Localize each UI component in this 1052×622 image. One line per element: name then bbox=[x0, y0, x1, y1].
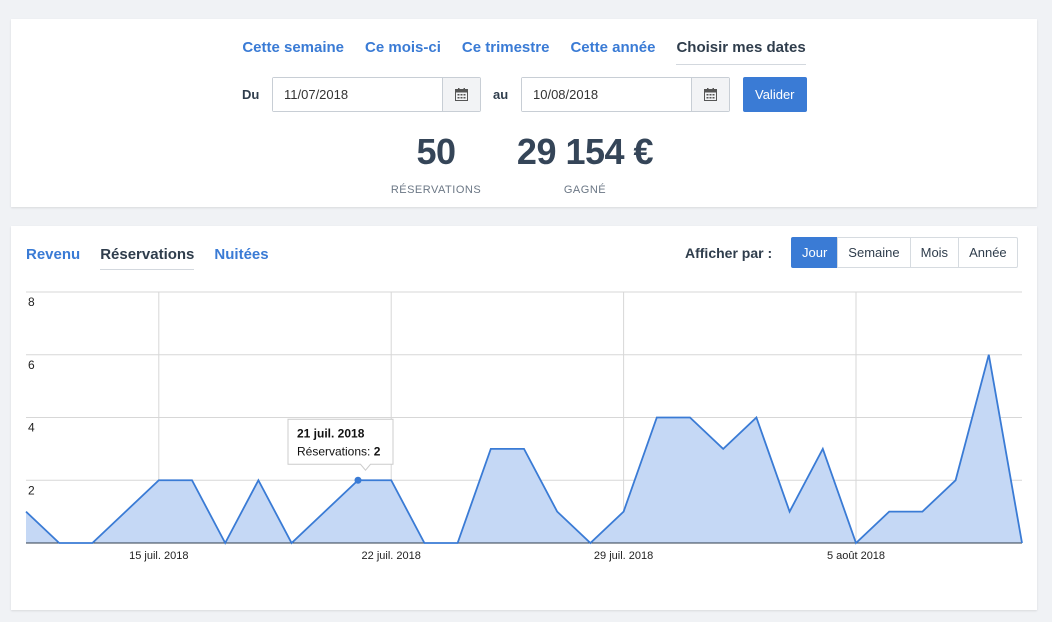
reservations-stat: 50 RÉSERVATIONS bbox=[381, 131, 491, 197]
hovered-data-point bbox=[354, 476, 362, 484]
metric-tabs: Revenu Réservations Nuitées bbox=[26, 246, 269, 270]
granularity-day-button[interactable]: Jour bbox=[791, 237, 839, 268]
granularity-year-button[interactable]: Année bbox=[958, 237, 1018, 268]
tooltip-series-label: Réservations: bbox=[297, 444, 374, 458]
period-tab-this-quarter[interactable]: Ce trimestre bbox=[462, 39, 550, 65]
tooltip-value-line: Réservations: 2 bbox=[297, 444, 381, 458]
period-tab-this-year[interactable]: Cette année bbox=[570, 39, 655, 65]
earned-label: GAGNÉ bbox=[563, 184, 607, 196]
period-tab-this-month[interactable]: Ce mois-ci bbox=[365, 39, 441, 65]
x-tick-label: 22 juil. 2018 bbox=[362, 550, 421, 562]
reservations-area-chart: 2 4 6 8 15 juil. 2018 22 juil. 2018 29 juil. 2… bbox=[25, 291, 1023, 562]
y-tick-label: 8 bbox=[28, 295, 35, 309]
validate-button[interactable]: Valider bbox=[743, 77, 807, 112]
period-tab-custom-dates[interactable]: Choisir mes dates bbox=[676, 39, 806, 65]
to-date-group bbox=[521, 77, 730, 112]
calendar-icon[interactable] bbox=[691, 78, 729, 111]
y-tick-label: 2 bbox=[28, 483, 35, 497]
reservations-label: RÉSERVATIONS bbox=[390, 184, 482, 196]
tooltip-value: 2 bbox=[374, 444, 381, 458]
tooltip-date: 21 juil. 2018 bbox=[297, 426, 365, 440]
display-by-label: Afficher par : bbox=[685, 245, 773, 261]
chart-card: 2 4 6 8 15 juil. 2018 22 juil. 2018 29 juil. 2… bbox=[11, 226, 1037, 610]
to-label: au bbox=[493, 87, 509, 102]
metric-tab-nights[interactable]: Nuitées bbox=[214, 246, 268, 270]
earned-stat: 29 154 € GAGNÉ bbox=[505, 131, 665, 197]
from-date-input[interactable] bbox=[273, 78, 442, 111]
granularity-week-button[interactable]: Semaine bbox=[837, 237, 911, 268]
earned-amount: 29 154 € bbox=[516, 131, 654, 172]
metric-tab-revenue[interactable]: Revenu bbox=[26, 246, 80, 270]
x-tick-label: 5 août 2018 bbox=[827, 550, 885, 562]
y-tick-label: 4 bbox=[28, 421, 35, 435]
period-tabs: Cette semaine Ce mois-ci Ce trimestre Ce… bbox=[11, 39, 1037, 65]
x-tick-label: 15 juil. 2018 bbox=[129, 550, 188, 562]
reservations-count: 50 bbox=[416, 131, 456, 172]
period-tab-this-week[interactable]: Cette semaine bbox=[242, 39, 344, 65]
date-filter-card: Cette semaine Ce mois-ci Ce trimestre Ce… bbox=[11, 19, 1037, 207]
granularity-month-button[interactable]: Mois bbox=[909, 237, 960, 268]
metric-tab-reservations[interactable]: Réservations bbox=[100, 246, 195, 270]
to-date-input[interactable] bbox=[522, 78, 691, 111]
granularity-button-group: Jour Semaine Mois Année bbox=[791, 237, 1018, 268]
from-label: Du bbox=[242, 87, 260, 102]
x-tick-label: 29 juil. 2018 bbox=[594, 550, 653, 562]
from-date-group bbox=[272, 77, 481, 112]
y-tick-label: 6 bbox=[28, 358, 35, 372]
calendar-icon[interactable] bbox=[442, 78, 480, 111]
